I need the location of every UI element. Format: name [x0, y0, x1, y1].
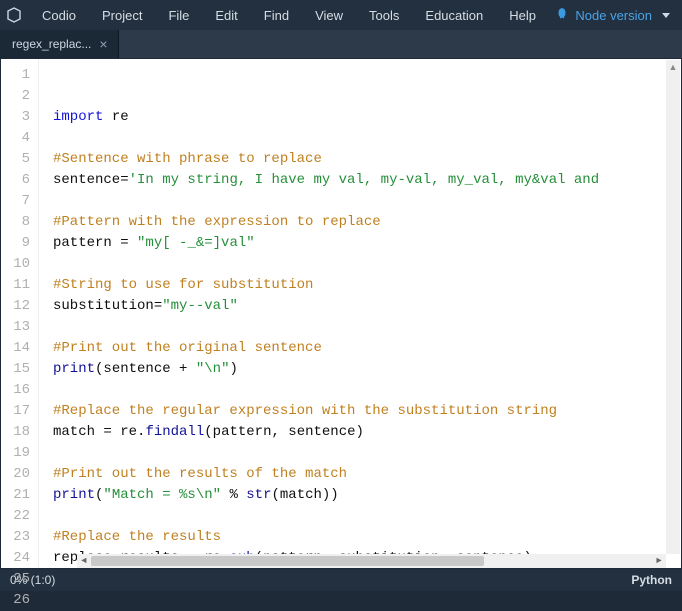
- scroll-up-icon[interactable]: ▲: [666, 60, 680, 74]
- app-logo-icon: [4, 5, 24, 25]
- line-number: 14: [5, 338, 30, 359]
- code-line: #String to use for substitution: [53, 275, 681, 296]
- horizontal-scrollbar[interactable]: ◄ ►: [77, 554, 666, 568]
- scrollbar-thumb[interactable]: [91, 556, 484, 566]
- line-number: 3: [5, 107, 30, 128]
- line-number: 18: [5, 422, 30, 443]
- statusbar: 0% (1:0) Python: [0, 569, 682, 591]
- line-number: 10: [5, 254, 30, 275]
- code-line: [53, 506, 681, 527]
- line-number: 22: [5, 506, 30, 527]
- line-number: 13: [5, 317, 30, 338]
- code-line: [53, 443, 681, 464]
- code-line: #Print out the results of the match: [53, 464, 681, 485]
- menu-find[interactable]: Find: [252, 4, 301, 27]
- line-number: 2: [5, 86, 30, 107]
- menu-file[interactable]: File: [156, 4, 201, 27]
- close-icon[interactable]: ×: [99, 37, 107, 51]
- line-number: 19: [5, 443, 30, 464]
- code-line: pattern = "my[ -_&=]val": [53, 233, 681, 254]
- line-number: 5: [5, 149, 30, 170]
- node-version-label: Node version: [575, 8, 652, 23]
- menu-view[interactable]: View: [303, 4, 355, 27]
- rocket-icon: [555, 7, 569, 24]
- code-line: [53, 128, 681, 149]
- scrollbar-track[interactable]: [91, 554, 652, 568]
- menu-codio[interactable]: Codio: [30, 4, 88, 27]
- code-line: substitution="my--val": [53, 296, 681, 317]
- line-number: 16: [5, 380, 30, 401]
- menu-help[interactable]: Help: [497, 4, 548, 27]
- scroll-left-icon[interactable]: ◄: [77, 554, 91, 568]
- tabbar: regex_replac... ×: [0, 30, 682, 58]
- tab-label: regex_replac...: [12, 37, 91, 51]
- code-line: import re: [53, 107, 681, 128]
- code-line: [53, 380, 681, 401]
- editor: 1234567891011121314151617181920212223242…: [0, 58, 682, 569]
- code-line: match = re.findall(pattern, sentence): [53, 422, 681, 443]
- line-number: 1: [5, 65, 30, 86]
- line-number: 24: [5, 548, 30, 569]
- line-number: 25: [5, 569, 30, 590]
- line-number: 8: [5, 212, 30, 233]
- code-line: print(sentence + "\n"): [53, 359, 681, 380]
- line-number-gutter: 1234567891011121314151617181920212223242…: [1, 59, 39, 568]
- line-number: 26: [5, 590, 30, 611]
- code-line: #Sentence with phrase to replace: [53, 149, 681, 170]
- code-line: [53, 191, 681, 212]
- line-number: 11: [5, 275, 30, 296]
- line-number: 9: [5, 233, 30, 254]
- node-version-selector[interactable]: Node version: [555, 7, 678, 24]
- code-line: #Print out the original sentence: [53, 338, 681, 359]
- code-line: print("Match = %s\n" % str(match)): [53, 485, 681, 506]
- menu-edit[interactable]: Edit: [203, 4, 249, 27]
- code-line: [53, 317, 681, 338]
- vertical-scrollbar[interactable]: ▲: [666, 60, 680, 554]
- code-line: #Replace the results: [53, 527, 681, 548]
- tab-regex-replace[interactable]: regex_replac... ×: [0, 30, 119, 58]
- line-number: 15: [5, 359, 30, 380]
- scroll-right-icon[interactable]: ►: [652, 554, 666, 568]
- line-number: 7: [5, 191, 30, 212]
- menu-tools[interactable]: Tools: [357, 4, 411, 27]
- language-mode[interactable]: Python: [631, 573, 672, 587]
- code-line: sentence='In my string, I have my val, m…: [53, 170, 681, 191]
- menubar: Codio Project File Edit Find View Tools …: [0, 0, 682, 30]
- line-number: 6: [5, 170, 30, 191]
- line-number: 23: [5, 527, 30, 548]
- line-number: 20: [5, 464, 30, 485]
- code-line: #Replace the regular expression with the…: [53, 401, 681, 422]
- line-number: 21: [5, 485, 30, 506]
- code-line: [53, 254, 681, 275]
- line-number: 17: [5, 401, 30, 422]
- line-number: 12: [5, 296, 30, 317]
- line-number: 4: [5, 128, 30, 149]
- menu-project[interactable]: Project: [90, 4, 154, 27]
- menu-education[interactable]: Education: [413, 4, 495, 27]
- caret-down-icon: [662, 13, 670, 18]
- code-line: #Pattern with the expression to replace: [53, 212, 681, 233]
- code-area[interactable]: import re #Sentence with phrase to repla…: [39, 59, 681, 568]
